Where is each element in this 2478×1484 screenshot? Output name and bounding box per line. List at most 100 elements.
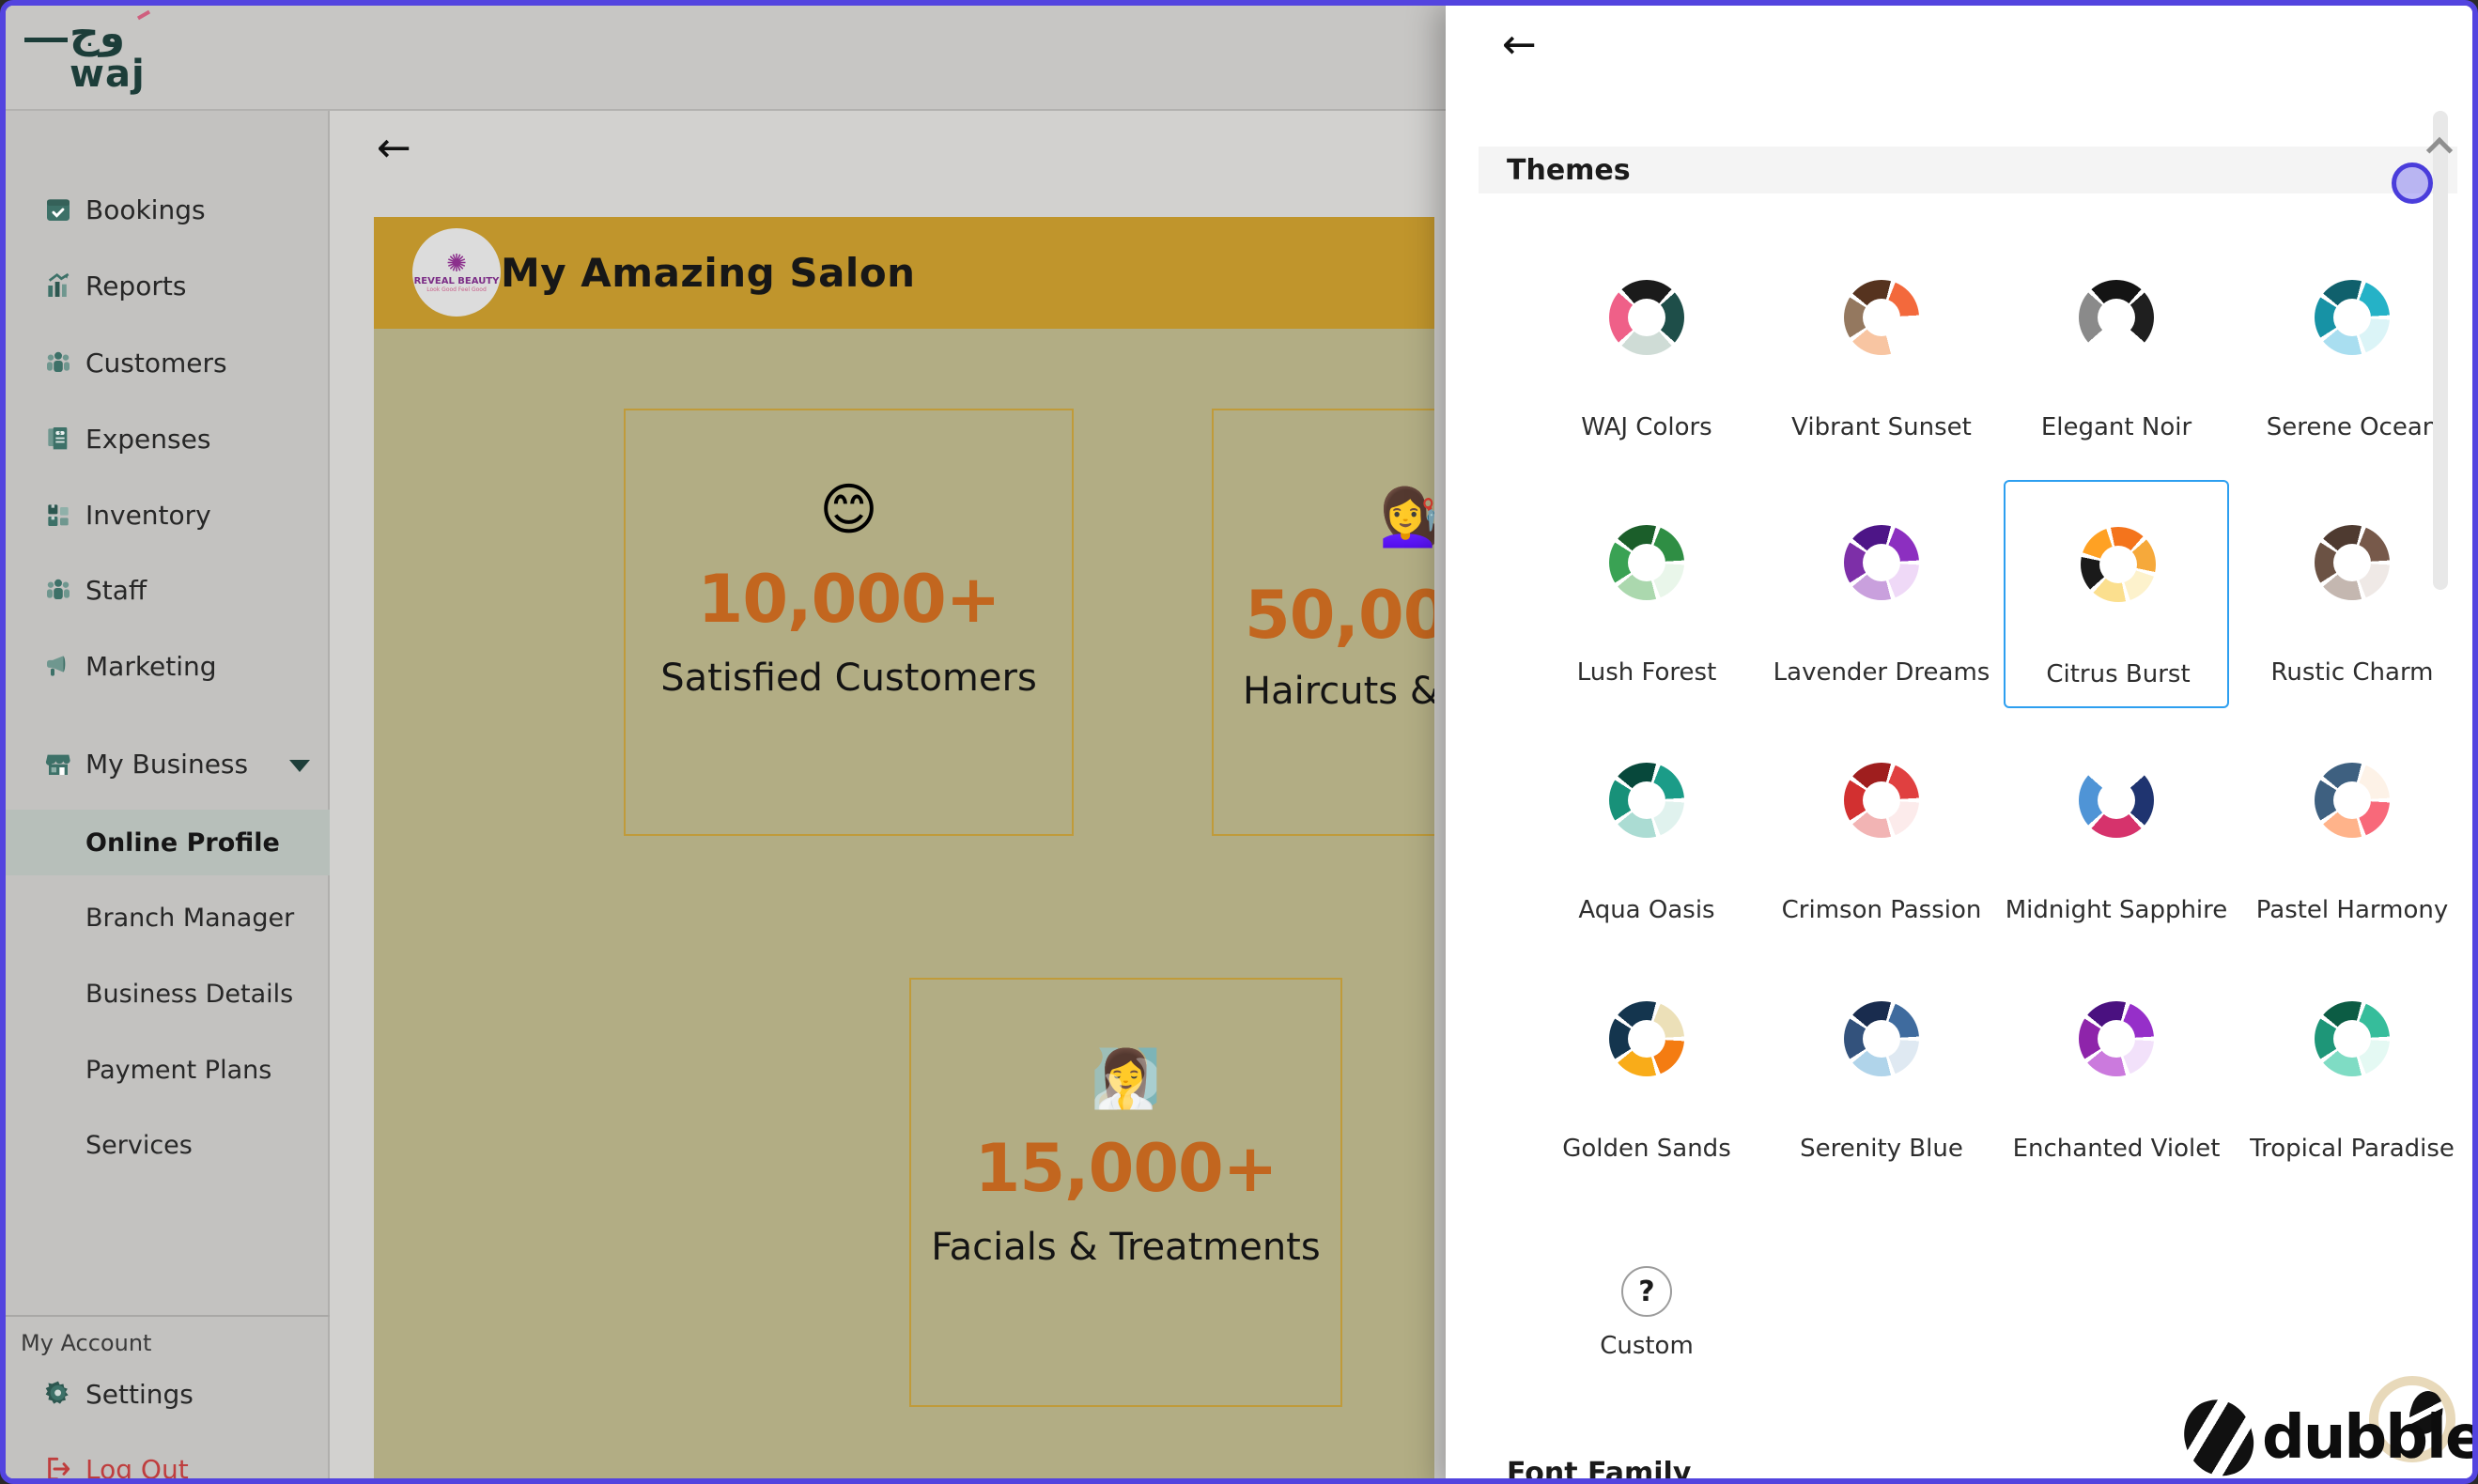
sidebar-item-label: My Business (85, 749, 248, 780)
sidebar-item-marketing[interactable]: Marketing (6, 640, 330, 692)
theme-item-golden-sands[interactable]: Golden Sands (1534, 956, 1759, 1184)
theme-label: Serenity Blue (1769, 1135, 1994, 1163)
font-family-section-title: Font Family (1507, 1457, 1691, 1484)
donut-hole (1863, 1020, 1900, 1058)
theme-swatch-donut (1844, 763, 1919, 838)
theme-item-tropical-paradise[interactable]: Tropical Paradise (2239, 956, 2465, 1184)
theme-item-serene-ocean[interactable]: Serene Ocean (2239, 235, 2465, 463)
salon-avatar-logo-mark: ✺ (446, 252, 467, 276)
theme-item-aqua-oasis[interactable]: Aqua Oasis (1534, 718, 1759, 946)
sidebar-subitem-business-details[interactable]: Business Details (6, 968, 330, 1019)
back-arrow-icon[interactable]: ← (377, 128, 411, 169)
svg-text:$: $ (58, 431, 61, 437)
theme-item-enchanted-violet[interactable]: Enchanted Violet (2004, 956, 2229, 1184)
megaphone-icon (43, 651, 73, 681)
donut-hole (2333, 299, 2371, 336)
theme-label: Enchanted Violet (2004, 1135, 2229, 1163)
theme-item-elegant-noir[interactable]: Elegant Noir (2004, 235, 2229, 463)
theme-label: Lavender Dreams (1769, 658, 1994, 687)
donut-hole (1863, 544, 1900, 581)
donut-hole (2099, 546, 2137, 583)
theme-item-lush-forest[interactable]: Lush Forest (1534, 480, 1759, 708)
logo-accent-mark (137, 10, 150, 20)
theme-swatch-donut (2079, 1001, 2154, 1076)
waj-logo-latin: waj (70, 53, 146, 96)
donut-hole (1863, 781, 1900, 819)
theme-item-vibrant-sunset[interactable]: Vibrant Sunset (1769, 235, 1994, 463)
stat-emoji: 😊 (819, 482, 878, 538)
theme-item-lavender-dreams[interactable]: Lavender Dreams (1769, 480, 1994, 708)
sidebar-item-bookings[interactable]: Bookings (6, 183, 330, 236)
calendar-check-icon (43, 194, 73, 224)
panel-back-arrow-icon[interactable]: ← (1502, 24, 1537, 66)
receipt-icon: $ (43, 424, 73, 454)
sidebar-subitem-services[interactable]: Services (6, 1120, 330, 1170)
stat-label: Satisfied Customers (660, 655, 1037, 702)
staff-icon (43, 575, 73, 605)
store-icon (43, 749, 73, 779)
logout-icon (43, 1454, 73, 1484)
sidebar-subitem-payment-plans[interactable]: Payment Plans (6, 1044, 330, 1095)
sidebar-item-label: Reports (85, 271, 186, 301)
theme-item-pastel-harmony[interactable]: Pastel Harmony (2239, 718, 2465, 946)
donut-hole (2333, 1020, 2371, 1058)
theme-item-midnight-sapphire[interactable]: Midnight Sapphire (2004, 718, 2229, 946)
donut-hole (1628, 781, 1665, 819)
theme-swatch-donut (2315, 280, 2390, 355)
donut-hole (1863, 299, 1900, 336)
sidebar-item-label: Staff (85, 575, 147, 606)
theme-swatch-donut (2079, 280, 2154, 355)
salon-name: My Amazing Salon (501, 217, 916, 329)
theme-item-citrus-burst[interactable]: Citrus Burst (2004, 480, 2229, 708)
sidebar-item-logout[interactable]: Log Out (6, 1443, 330, 1484)
theme-label: Golden Sands (1534, 1135, 1759, 1163)
dubble-watermark: dubble (2185, 1399, 2478, 1476)
sidebar-item-inventory[interactable]: Inventory (6, 488, 330, 541)
sidebar-item-expenses[interactable]: $ Expenses (6, 412, 330, 465)
sidebar-item-label: Customers (85, 348, 227, 379)
theme-item-serenity-blue[interactable]: Serenity Blue (1769, 956, 1994, 1184)
stat-value: 15,000+ (975, 1130, 1278, 1207)
sidebar: Bookings Reports Customers $ Expenses Invento… (6, 111, 330, 1478)
theme-item-crimson-passion[interactable]: Crimson Passion (1769, 718, 1994, 946)
sidebar-subitem-online-profile[interactable]: Online Profile (6, 817, 330, 868)
themes-panel: ← Themes WAJ ColorsVibrant Sunset Elegant… (1446, 6, 2478, 1484)
donut-hole (2098, 781, 2135, 819)
sidebar-item-reports[interactable]: Reports (6, 259, 330, 312)
theme-label: Elegant Noir (2004, 413, 2229, 441)
question-glyph: ? (1638, 1275, 1654, 1308)
donut-hole (2333, 544, 2371, 581)
themes-title: Themes (1507, 154, 1631, 187)
sidebar-item-label: Inventory (85, 500, 211, 531)
theme-swatch-donut (2315, 763, 2390, 838)
customers-icon (43, 348, 73, 378)
sidebar-item-label: Expenses (85, 424, 210, 455)
sidebar-divider (6, 1315, 330, 1317)
donut-hole (2333, 781, 2371, 819)
dubble-logo-icon (2176, 1393, 2261, 1484)
stat-card: 💇‍♀️50,00Haircuts & (1212, 409, 1434, 836)
sidebar-subitem-label: Online Profile (85, 828, 280, 858)
theme-swatch-donut (1609, 1001, 1684, 1076)
theme-label: Rustic Charm (2239, 658, 2465, 687)
theme-swatch-donut (1844, 525, 1919, 600)
main-content: ← ✺ REVEAL BEAUTY Look Good Feel Good My… (330, 111, 1434, 1478)
theme-swatch-donut (1609, 525, 1684, 600)
stat-value: 50,00 (1245, 577, 1434, 654)
sidebar-item-customers[interactable]: Customers (6, 336, 330, 389)
sidebar-item-my-business[interactable]: My Business (6, 737, 330, 790)
theme-item-custom[interactable]: ? Custom (1534, 1227, 1759, 1377)
theme-swatch-donut (2081, 527, 2156, 602)
waj-logo[interactable]: وج waj (54, 11, 177, 105)
theme-item-waj-colors[interactable]: WAJ Colors (1534, 235, 1759, 463)
theme-item-rustic-charm[interactable]: Rustic Charm (2239, 480, 2465, 708)
sidebar-item-settings[interactable]: Settings (6, 1368, 330, 1420)
themes-header: Themes (1479, 147, 2457, 193)
stat-value: 10,000+ (698, 561, 1000, 638)
sidebar-item-staff[interactable]: Staff (6, 564, 330, 616)
boxes-icon (43, 500, 73, 530)
sidebar-subitem-branch-manager[interactable]: Branch Manager (6, 892, 330, 943)
sidebar-item-label: Settings (85, 1379, 194, 1410)
panel-scrollbar[interactable] (2433, 111, 2448, 590)
touch-cursor-indicator (2392, 162, 2433, 204)
